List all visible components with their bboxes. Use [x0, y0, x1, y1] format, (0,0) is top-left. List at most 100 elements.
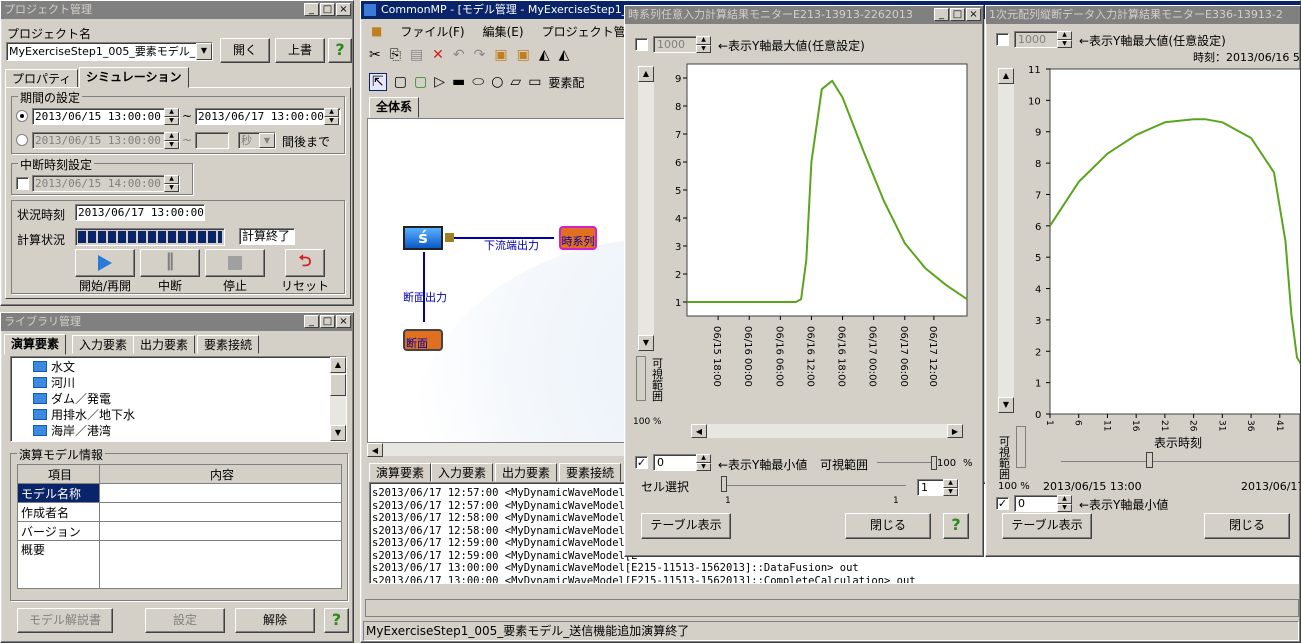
maximize-button[interactable]: □	[950, 8, 965, 21]
filled-rect-icon[interactable]: ▬	[452, 74, 465, 90]
pf-ymax-checkbox[interactable]	[996, 33, 1009, 46]
log-line: s2013/06/17 13:00:00 <MyDynamicWaveModel…	[372, 562, 859, 574]
lib-tab-output[interactable]: 出力要素	[133, 335, 196, 354]
tree-item[interactable]: ダム／発電	[33, 391, 346, 407]
chevron-down-icon[interactable]: ▼	[196, 43, 212, 60]
circle-icon[interactable]: ○	[491, 74, 503, 90]
section-node[interactable]: 断面	[403, 329, 443, 351]
tree-item[interactable]: 海岸／港湾	[33, 423, 346, 439]
pf-close-button[interactable]: 閉じる	[1204, 513, 1290, 539]
help-button[interactable]: ?	[328, 38, 352, 63]
log-tab-input[interactable]: 入力要素	[431, 463, 494, 482]
green-rect-icon[interactable]: ▢	[414, 74, 427, 90]
pf-ymin-checkbox[interactable]: ✓	[996, 497, 1009, 510]
project-window-title: プロジェクト管理 _ □ ×	[1, 1, 353, 19]
project-name-combo[interactable]: MyExerciseStep1_005_要素モデル_ ▼	[6, 42, 213, 61]
cut-icon[interactable]: ✂	[369, 47, 381, 63]
ts-close-button[interactable]: 閉じる	[845, 513, 931, 539]
app-icon	[364, 4, 376, 16]
close-button[interactable]: ×	[966, 8, 981, 21]
align2-icon[interactable]: ◭	[559, 47, 570, 63]
model-info-table: 項目 内容 モデル名称 作成者名 バージョン 概要	[17, 464, 342, 589]
pf-table-button[interactable]: テーブル表示	[1002, 513, 1092, 539]
tree-item[interactable]: 河川	[33, 375, 346, 391]
log-tab-output[interactable]: 出力要素	[495, 463, 558, 482]
info-row-name[interactable]: モデル名称	[17, 483, 100, 503]
stop-button[interactable]	[205, 249, 265, 277]
ungroup-icon[interactable]: ▣	[517, 47, 530, 63]
undo-icon[interactable]: ↶	[453, 47, 465, 63]
timeseries-node[interactable]: 時系列	[559, 226, 597, 250]
parallelogram-icon[interactable]: ▱	[510, 74, 521, 90]
lib-tab-input[interactable]: 入力要素	[72, 335, 135, 354]
menu-file[interactable]: ファイル(F)	[400, 23, 464, 40]
pointer-icon[interactable]: ⇱	[369, 73, 387, 91]
open-button[interactable]: 開く	[220, 38, 270, 63]
maximize-button[interactable]: □	[320, 315, 335, 328]
end-datetime-field[interactable]: 2013/06/17 13:00:00	[195, 108, 341, 125]
ts-ymax-checkbox[interactable]	[635, 38, 648, 51]
redo-icon[interactable]: ↷	[474, 47, 486, 63]
pf-ymax-label: ←表示Y軸最大値(任意設定)	[1079, 34, 1226, 48]
tree-item[interactable]: 用排水／地下水	[33, 407, 346, 423]
cell-select-slider[interactable]	[721, 485, 906, 486]
library-window-title: ライブラリ管理 _ □ ×	[1, 313, 353, 331]
ts-ymin-checkbox[interactable]: ✓	[635, 456, 648, 469]
x-tick-label: 06/17 06:00	[898, 326, 909, 387]
ts-table-button[interactable]: テーブル表示	[641, 513, 731, 539]
ts-monitor-title: 時系列任意入力計算結果モニターE213-13913-2262013 _ □ ×	[625, 6, 983, 24]
overwrite-button[interactable]: 上書	[275, 38, 325, 63]
start-spinner[interactable]: ▲ ▼	[164, 108, 179, 125]
pf-vertical-scroll[interactable]: ▲ ▼	[998, 68, 1014, 413]
ellipse-icon[interactable]: ⬭	[472, 74, 484, 90]
river-node-icon[interactable]: ś	[403, 226, 443, 250]
tree-item[interactable]: 水文	[33, 359, 346, 375]
unset-button[interactable]: 解除	[235, 608, 315, 633]
pf-visible-slider[interactable]	[1016, 426, 1026, 468]
group-icon[interactable]: ▣	[494, 47, 507, 63]
x-tick-label: 06/16 18:00	[836, 326, 847, 387]
info-row-version[interactable]: バージョン	[17, 521, 100, 541]
lib-tab-calc[interactable]: 演算要素	[4, 334, 67, 355]
help-button[interactable]: ?	[324, 608, 349, 633]
pf-time-slider[interactable]	[1061, 461, 1300, 462]
info-row-author[interactable]: 作成者名	[17, 502, 100, 522]
tab-simulation[interactable]: シミュレーション	[79, 67, 189, 88]
log-tab-connect[interactable]: 要素接続	[559, 463, 622, 482]
interrupt-checkbox[interactable]	[16, 177, 29, 190]
period-radio-duration[interactable]	[16, 134, 28, 146]
scroll-thumb[interactable]	[330, 374, 346, 396]
ts-vertical-scroll[interactable]: ▲ ▼	[638, 66, 654, 351]
rect-icon[interactable]: ▢	[394, 74, 407, 90]
start-datetime-field[interactable]: 2013/06/15 13:00:00	[32, 108, 180, 125]
copy-icon[interactable]: ⎘	[390, 47, 401, 63]
minimize-button[interactable]: _	[934, 8, 949, 21]
info-row-summary[interactable]: 概要	[17, 540, 100, 589]
ts-visible-slider[interactable]	[636, 356, 646, 401]
ts-visible-range-slider[interactable]	[877, 462, 932, 464]
log-tab-calc[interactable]: 演算要素	[369, 463, 432, 482]
minimize-button[interactable]: _	[304, 3, 319, 16]
lib-tab-connect[interactable]: 要素接続	[197, 335, 260, 354]
ts-help-button[interactable]: ?	[943, 513, 969, 539]
reset-button[interactable]: ⮌	[285, 249, 325, 277]
canvas-tab-all[interactable]: 全体系	[369, 97, 420, 118]
align-icon[interactable]: ◭	[539, 47, 550, 63]
triangle-icon[interactable]: ▷	[434, 74, 445, 90]
tab-properties[interactable]: プロパティ	[5, 69, 79, 88]
menu-edit[interactable]: 編集(E)	[483, 23, 524, 40]
minimize-button[interactable]: _	[304, 315, 319, 328]
close-button[interactable]: ×	[336, 315, 351, 328]
timeseries-monitor-window: 時系列任意入力計算結果モニターE213-13913-2262013 _ □ × 1 0…	[624, 5, 984, 557]
paste-icon[interactable]: ▤	[410, 47, 423, 63]
start-button[interactable]	[75, 249, 135, 277]
period-radio-range[interactable]	[16, 110, 28, 122]
maximize-button[interactable]: □	[320, 3, 335, 16]
model-canvas[interactable]: ś 下流端出力 時系列 断面出力 断面	[367, 118, 629, 455]
rounded-rect-icon[interactable]: ▭	[528, 74, 541, 90]
ts-horizontal-scroll[interactable]: ◀ ▶	[691, 424, 963, 438]
pause-button[interactable]: ‖	[140, 249, 200, 277]
delete-icon[interactable]: ✕	[432, 47, 444, 63]
end-spinner[interactable]: ▲ ▼	[324, 108, 339, 125]
close-button[interactable]: ×	[336, 3, 351, 16]
